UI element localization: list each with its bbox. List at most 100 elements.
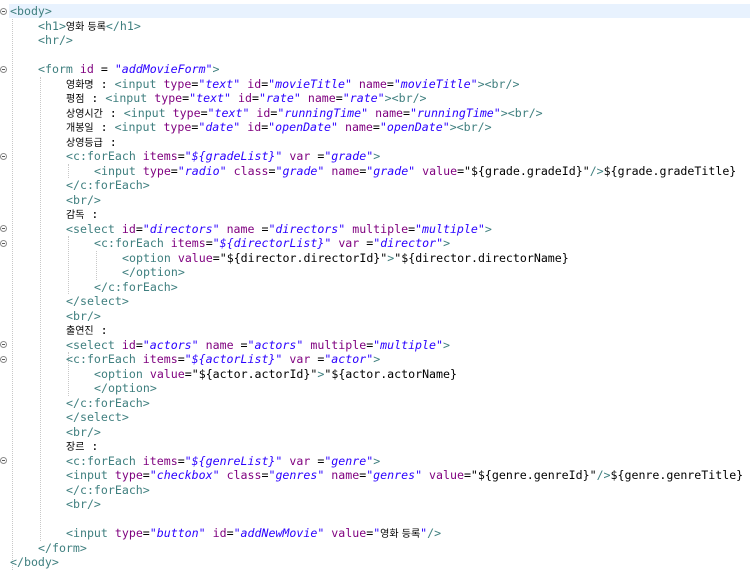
code-token: > (384, 91, 392, 105)
code-token: name (344, 120, 373, 134)
code-token: </c:forEach> (66, 395, 150, 410)
code-token: var (289, 453, 311, 468)
code-line[interactable]: </c:forEach> (10, 178, 150, 192)
code-token: = (200, 105, 208, 120)
code-token: = (170, 163, 178, 178)
code-token: = (310, 149, 325, 163)
code-token: value (149, 366, 185, 381)
code-line[interactable]: <br/> (10, 309, 101, 323)
code-token: <input (114, 76, 164, 91)
code-line[interactable]: </option> (10, 265, 185, 279)
code-line[interactable]: <form id = "addMovieForm"> (10, 62, 220, 76)
code-line[interactable]: <input type="button" id="addNewMovie" va… (10, 526, 441, 540)
code-line[interactable]: </form> (10, 541, 87, 555)
code-line[interactable]: <input type="checkbox" class="genres" na… (10, 468, 743, 482)
code-token: <br/> (66, 192, 101, 207)
code-line[interactable]: </select> (10, 294, 129, 308)
code-token: : (93, 323, 108, 337)
code-line[interactable]: </c:forEach> (10, 483, 150, 497)
code-token: type (163, 120, 192, 134)
code-token: "addNewMovie" (233, 526, 325, 540)
code-token: <hr/> (38, 33, 73, 47)
code-line[interactable]: <c:forEach items="${directorList}" var =… (10, 236, 450, 250)
code-token: = (310, 453, 325, 468)
code-token: type (172, 105, 201, 120)
code-token: "multiple" (415, 221, 485, 236)
code-line[interactable]: <option value="${director.directorId}">"… (10, 251, 569, 265)
code-line[interactable]: </body> (10, 555, 59, 569)
code-line[interactable]: <c:forEach items="${genreList}" var ="ge… (10, 454, 380, 468)
code-line[interactable]: </c:forEach> (10, 280, 178, 294)
code-token: "${genre.genreId}" (470, 468, 597, 482)
code-line[interactable]: <c:forEach items="${actorList}" var ="ac… (10, 352, 380, 366)
code-token: <input (66, 526, 115, 540)
code-line[interactable]: <h1>영화 등록</h1> (10, 19, 141, 33)
code-token: <br/> (484, 76, 520, 91)
code-token: items (142, 149, 178, 163)
code-line[interactable]: <br/> (10, 193, 101, 207)
code-token: "text" (198, 76, 241, 91)
code-line[interactable]: 장르 : (10, 439, 98, 453)
code-line[interactable]: 상영등급 : (10, 135, 117, 149)
code-line[interactable]: <select id="directors" name ="directors"… (10, 222, 492, 236)
code-line[interactable]: <select id="actors" name ="actors" multi… (10, 338, 450, 352)
code-token: = (408, 221, 416, 236)
code-token: "directors" (268, 221, 346, 236)
code-token: name (331, 468, 360, 482)
code-token: </select> (66, 410, 129, 424)
code-token: "${genreList}" (184, 453, 283, 468)
code-token: "actors" (142, 337, 199, 352)
code-token: var (338, 236, 360, 250)
code-token: 상영시간 (66, 108, 103, 120)
code-token: items (170, 236, 206, 250)
code-line[interactable]: </select> (10, 410, 129, 424)
code-line[interactable]: 출연진 : (10, 323, 108, 337)
code-line[interactable]: <hr/> (10, 33, 73, 47)
code-token: id (79, 62, 94, 76)
code-line[interactable]: 상영시간 : <input type="text" id="runningTim… (10, 106, 543, 120)
code-line[interactable]: 개봉일 : <input type="date" id="openDate" n… (10, 120, 492, 134)
code-token: items (142, 453, 178, 468)
code-line[interactable]: <br/> (10, 425, 101, 439)
code-token: > (373, 352, 381, 366)
code-token: <br/> (391, 91, 427, 105)
code-editor[interactable]: <body> <h1>영화 등록</h1> <hr/> <form id = "add… (0, 0, 750, 573)
code-token: 영화 등록 (65, 21, 106, 33)
code-token: > (373, 453, 381, 468)
code-token: 장르 (66, 442, 85, 453)
code-token: : (102, 134, 117, 149)
code-line[interactable]: <input type="radio" class="grade" name="… (10, 164, 736, 178)
code-token: > (484, 221, 492, 236)
code-token: "genres" (268, 468, 325, 482)
code-line[interactable]: </c:forEach> (10, 396, 150, 410)
code-token: : (84, 439, 99, 453)
code-line[interactable]: <br/> (10, 497, 101, 511)
code-line[interactable]: 감독 : (10, 207, 98, 221)
code-token: 감독 (66, 210, 85, 221)
code-line[interactable]: </option> (10, 381, 157, 395)
code-token: = (233, 337, 248, 352)
code-token: "${actorList}" (184, 352, 283, 366)
code-token: "openDate" (268, 120, 338, 134)
code-token: <select (66, 221, 122, 236)
code-token: ${genre.genreTitle} (610, 468, 744, 482)
code-line[interactable]: <body> (9, 4, 750, 18)
code-line[interactable]: <c:forEach items="${gradeList}" var ="gr… (10, 149, 380, 163)
code-line[interactable]: 영화명 : <input type="text" id="movieTitle"… (10, 77, 519, 91)
code-token: id (256, 105, 271, 120)
code-token: "date" (198, 120, 241, 134)
code-line[interactable]: <option value="${actor.actorId}">"${acto… (10, 367, 457, 381)
code-token: = (310, 352, 325, 366)
code-token: <form (38, 62, 80, 76)
code-token: 평점 (66, 94, 85, 105)
code-token: <br/> (507, 105, 543, 120)
code-token: "grade" (366, 163, 416, 178)
code-token: > (212, 62, 220, 76)
code-token: <input (105, 91, 155, 105)
code-line[interactable]: 평점 : <input type="text" id="rate" name="… (10, 91, 427, 105)
